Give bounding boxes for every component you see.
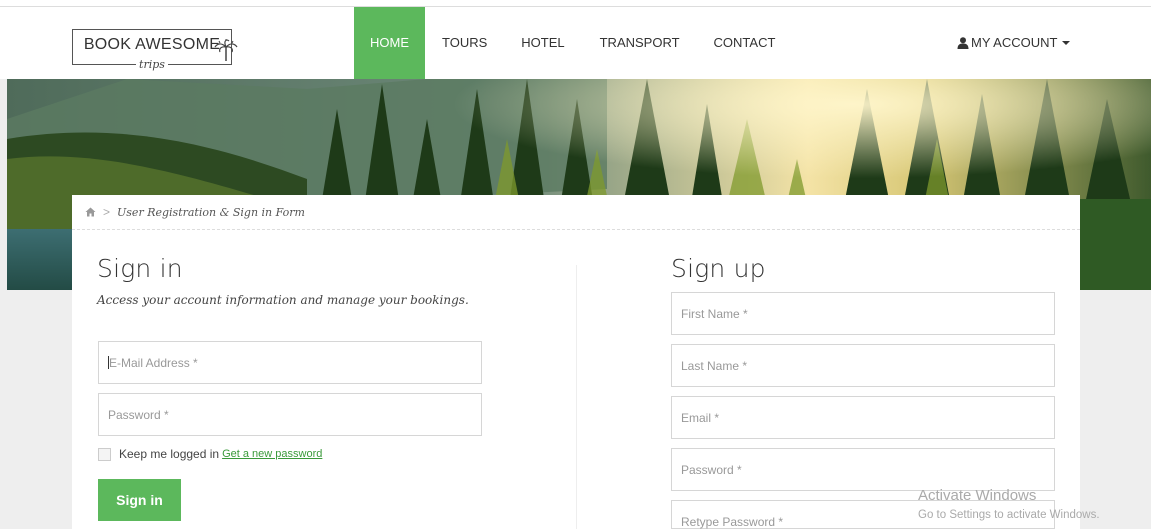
signin-email-field[interactable]: E-Mail Address * [98,341,482,384]
home-icon[interactable] [85,207,96,217]
top-border [0,0,1151,7]
remember-me-row: Keep me logged in Get a new password [98,447,322,461]
breadcrumb-current: User Registration & Sign in Form [117,205,305,219]
site-logo[interactable]: BOOK AWESOME trips [72,29,238,71]
signup-retype-password-placeholder: Retype Password * [681,515,784,529]
nav-item-home[interactable]: HOME [354,7,425,79]
main-nav: HOME TOURS HOTEL TRANSPORT CONTACT [354,7,775,79]
signup-title: Sign up [671,254,766,283]
signup-password-field[interactable]: Password * [671,448,1055,491]
auth-card: > User Registration & Sign in Form Sign … [72,195,1080,529]
forgot-password-link[interactable]: Get a new password [222,448,322,460]
nav-item-tours[interactable]: TOURS [442,7,487,79]
column-divider [576,265,577,529]
logo-title: BOOK AWESOME [83,36,221,53]
my-account-dropdown[interactable]: MY ACCOUNT [957,7,1071,79]
signin-button[interactable]: Sign in [98,479,181,521]
breadcrumb: > User Registration & Sign in Form [72,195,1080,230]
nav-item-hotel[interactable]: HOTEL [521,7,564,79]
watermark-line-1: Activate Windows [918,487,1037,504]
my-account-label: MY ACCOUNT [971,35,1058,50]
windows-activation-watermark: Activate Windows Go to Settings to activ… [918,487,1100,521]
watermark-line-2: Go to Settings to activate Windows. [918,509,1100,521]
signup-last-name-placeholder: Last Name * [681,358,748,373]
signin-subtitle: Access your account information and mana… [97,293,469,307]
remember-me-label: Keep me logged in [119,447,220,461]
remember-me-checkbox[interactable] [98,447,111,461]
nav-item-contact[interactable]: CONTACT [714,7,776,79]
signup-first-name-placeholder: First Name * [681,306,748,321]
nav-item-transport[interactable]: TRANSPORT [600,7,680,79]
signup-first-name-field[interactable]: First Name * [671,292,1055,335]
signin-password-placeholder: Password * [108,407,169,422]
signup-last-name-field[interactable]: Last Name * [671,344,1055,387]
signup-password-placeholder: Password * [681,462,742,477]
user-icon [957,37,969,49]
caret-down-icon [1062,41,1071,45]
signup-email-placeholder: Email * [681,410,720,425]
logo-script: trips [136,58,168,71]
breadcrumb-separator: > [103,205,111,219]
site-header: BOOK AWESOME trips HOME TOURS HOTEL TRAN… [0,7,1151,79]
signup-email-field[interactable]: Email * [671,396,1055,439]
signin-email-placeholder: E-Mail Address * [109,355,198,370]
signin-title: Sign in [97,254,183,283]
signin-password-field[interactable]: Password * [98,393,482,436]
